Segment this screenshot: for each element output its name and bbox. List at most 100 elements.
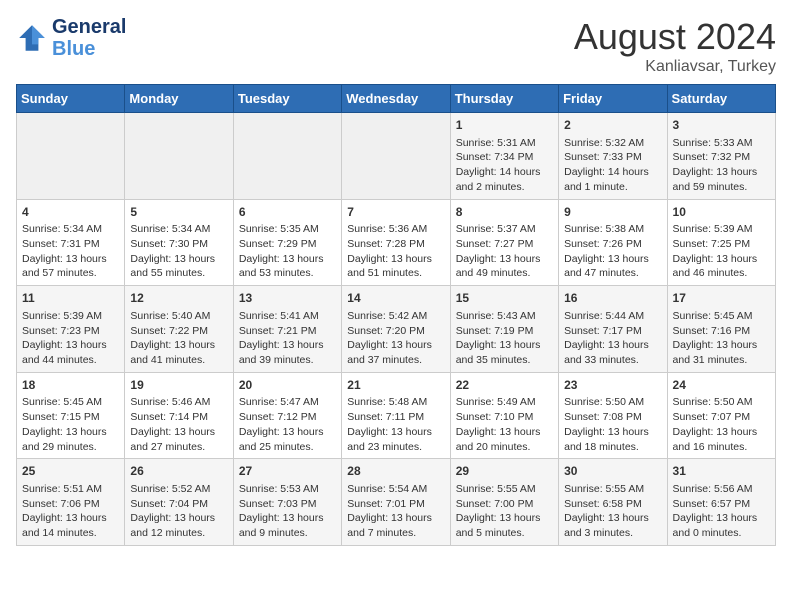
day-info: Daylight: 13 hours and 57 minutes.	[22, 252, 119, 281]
day-info: Sunrise: 5:35 AM	[239, 222, 336, 237]
day-info: Sunrise: 5:56 AM	[673, 482, 770, 497]
day-info: Sunset: 7:10 PM	[456, 410, 553, 425]
day-info: Daylight: 13 hours and 35 minutes.	[456, 338, 553, 367]
day-info: Sunrise: 5:51 AM	[22, 482, 119, 497]
day-info: Daylight: 13 hours and 44 minutes.	[22, 338, 119, 367]
day-cell-10: 10Sunrise: 5:39 AMSunset: 7:25 PMDayligh…	[667, 199, 775, 286]
day-info: Sunrise: 5:50 AM	[673, 395, 770, 410]
day-cell-6: 6Sunrise: 5:35 AMSunset: 7:29 PMDaylight…	[233, 199, 341, 286]
day-info: Daylight: 14 hours and 2 minutes.	[456, 165, 553, 194]
weekday-header-row: SundayMondayTuesdayWednesdayThursdayFrid…	[17, 85, 776, 113]
logo: General Blue	[16, 16, 126, 60]
day-info: Sunset: 6:57 PM	[673, 497, 770, 512]
day-cell-1: 1Sunrise: 5:31 AMSunset: 7:34 PMDaylight…	[450, 113, 558, 200]
day-info: Sunrise: 5:31 AM	[456, 136, 553, 151]
day-cell-22: 22Sunrise: 5:49 AMSunset: 7:10 PMDayligh…	[450, 372, 558, 459]
day-info: Sunrise: 5:38 AM	[564, 222, 661, 237]
day-info: Sunset: 7:33 PM	[564, 150, 661, 165]
week-row-2: 4Sunrise: 5:34 AMSunset: 7:31 PMDaylight…	[17, 199, 776, 286]
day-cell-21: 21Sunrise: 5:48 AMSunset: 7:11 PMDayligh…	[342, 372, 450, 459]
day-cell-5: 5Sunrise: 5:34 AMSunset: 7:30 PMDaylight…	[125, 199, 233, 286]
day-number: 12	[130, 290, 227, 307]
day-info: Daylight: 13 hours and 51 minutes.	[347, 252, 444, 281]
day-info: Sunrise: 5:49 AM	[456, 395, 553, 410]
day-number: 18	[22, 377, 119, 394]
day-cell-3: 3Sunrise: 5:33 AMSunset: 7:32 PMDaylight…	[667, 113, 775, 200]
day-number: 13	[239, 290, 336, 307]
day-info: Sunset: 7:22 PM	[130, 324, 227, 339]
empty-cell	[17, 113, 125, 200]
day-cell-25: 25Sunrise: 5:51 AMSunset: 7:06 PMDayligh…	[17, 459, 125, 546]
day-cell-12: 12Sunrise: 5:40 AMSunset: 7:22 PMDayligh…	[125, 286, 233, 373]
weekday-header-sunday: Sunday	[17, 85, 125, 113]
day-number: 21	[347, 377, 444, 394]
day-cell-2: 2Sunrise: 5:32 AMSunset: 7:33 PMDaylight…	[559, 113, 667, 200]
day-info: Sunset: 7:06 PM	[22, 497, 119, 512]
day-number: 28	[347, 463, 444, 480]
day-info: Sunset: 7:16 PM	[673, 324, 770, 339]
day-info: Sunset: 7:12 PM	[239, 410, 336, 425]
day-info: Daylight: 13 hours and 16 minutes.	[673, 425, 770, 454]
empty-cell	[125, 113, 233, 200]
day-info: Sunrise: 5:43 AM	[456, 309, 553, 324]
day-info: Sunrise: 5:37 AM	[456, 222, 553, 237]
day-info: Sunrise: 5:50 AM	[564, 395, 661, 410]
day-info: Sunset: 7:25 PM	[673, 237, 770, 252]
day-number: 30	[564, 463, 661, 480]
day-info: Daylight: 13 hours and 12 minutes.	[130, 511, 227, 540]
day-info: Sunset: 7:34 PM	[456, 150, 553, 165]
location-subtitle: Kanliavsar, Turkey	[574, 58, 776, 76]
day-info: Sunset: 7:04 PM	[130, 497, 227, 512]
day-info: Sunset: 6:58 PM	[564, 497, 661, 512]
day-info: Sunset: 7:21 PM	[239, 324, 336, 339]
day-number: 27	[239, 463, 336, 480]
weekday-header-tuesday: Tuesday	[233, 85, 341, 113]
day-info: Daylight: 13 hours and 47 minutes.	[564, 252, 661, 281]
day-cell-26: 26Sunrise: 5:52 AMSunset: 7:04 PMDayligh…	[125, 459, 233, 546]
day-info: Daylight: 13 hours and 25 minutes.	[239, 425, 336, 454]
weekday-header-wednesday: Wednesday	[342, 85, 450, 113]
day-info: Sunrise: 5:45 AM	[22, 395, 119, 410]
day-info: Sunrise: 5:42 AM	[347, 309, 444, 324]
empty-cell	[342, 113, 450, 200]
logo-text: General Blue	[52, 16, 126, 60]
day-info: Daylight: 13 hours and 18 minutes.	[564, 425, 661, 454]
day-cell-19: 19Sunrise: 5:46 AMSunset: 7:14 PMDayligh…	[125, 372, 233, 459]
day-info: Sunrise: 5:52 AM	[130, 482, 227, 497]
day-info: Daylight: 13 hours and 7 minutes.	[347, 511, 444, 540]
weekday-header-saturday: Saturday	[667, 85, 775, 113]
day-info: Sunset: 7:26 PM	[564, 237, 661, 252]
day-info: Daylight: 13 hours and 0 minutes.	[673, 511, 770, 540]
week-row-5: 25Sunrise: 5:51 AMSunset: 7:06 PMDayligh…	[17, 459, 776, 546]
weekday-header-monday: Monday	[125, 85, 233, 113]
day-cell-14: 14Sunrise: 5:42 AMSunset: 7:20 PMDayligh…	[342, 286, 450, 373]
day-info: Daylight: 13 hours and 9 minutes.	[239, 511, 336, 540]
day-cell-15: 15Sunrise: 5:43 AMSunset: 7:19 PMDayligh…	[450, 286, 558, 373]
weekday-header-thursday: Thursday	[450, 85, 558, 113]
day-info: Sunrise: 5:32 AM	[564, 136, 661, 151]
day-info: Sunset: 7:30 PM	[130, 237, 227, 252]
day-info: Sunrise: 5:34 AM	[130, 222, 227, 237]
day-info: Daylight: 13 hours and 39 minutes.	[239, 338, 336, 367]
day-number: 14	[347, 290, 444, 307]
day-number: 2	[564, 117, 661, 134]
day-info: Sunset: 7:29 PM	[239, 237, 336, 252]
empty-cell	[233, 113, 341, 200]
day-number: 19	[130, 377, 227, 394]
day-info: Sunset: 7:00 PM	[456, 497, 553, 512]
day-info: Sunset: 7:32 PM	[673, 150, 770, 165]
day-cell-24: 24Sunrise: 5:50 AMSunset: 7:07 PMDayligh…	[667, 372, 775, 459]
day-cell-30: 30Sunrise: 5:55 AMSunset: 6:58 PMDayligh…	[559, 459, 667, 546]
day-number: 22	[456, 377, 553, 394]
day-info: Daylight: 13 hours and 46 minutes.	[673, 252, 770, 281]
day-cell-7: 7Sunrise: 5:36 AMSunset: 7:28 PMDaylight…	[342, 199, 450, 286]
day-info: Daylight: 13 hours and 31 minutes.	[673, 338, 770, 367]
day-number: 9	[564, 204, 661, 221]
day-cell-27: 27Sunrise: 5:53 AMSunset: 7:03 PMDayligh…	[233, 459, 341, 546]
day-cell-28: 28Sunrise: 5:54 AMSunset: 7:01 PMDayligh…	[342, 459, 450, 546]
day-number: 23	[564, 377, 661, 394]
day-info: Sunset: 7:11 PM	[347, 410, 444, 425]
day-info: Sunrise: 5:40 AM	[130, 309, 227, 324]
day-info: Sunrise: 5:45 AM	[673, 309, 770, 324]
week-row-1: 1Sunrise: 5:31 AMSunset: 7:34 PMDaylight…	[17, 113, 776, 200]
